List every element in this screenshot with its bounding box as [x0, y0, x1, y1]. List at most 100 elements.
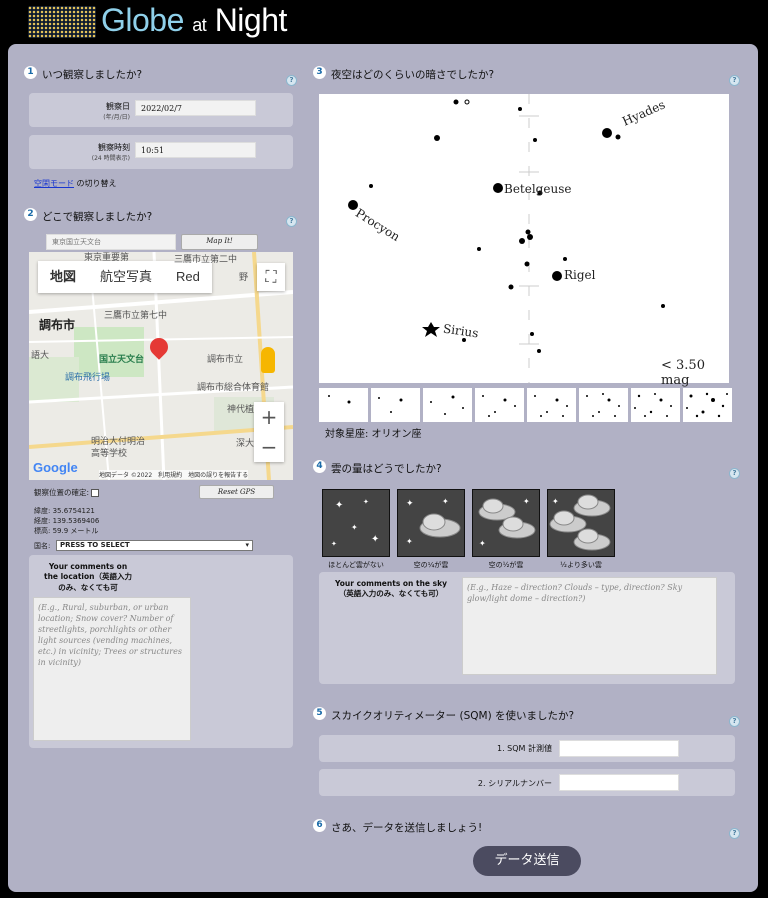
map-label: 調布飛行場: [65, 372, 111, 382]
sqm-input[interactable]: [559, 740, 679, 757]
submit-button[interactable]: データ送信: [473, 846, 581, 876]
sky-comments-label: Your comments on the sky（英語入力のみ、なくても可）: [335, 579, 447, 598]
magnitude-thumb[interactable]: [475, 388, 524, 422]
cloud-option-half[interactable]: ✦ ✦: [472, 489, 540, 557]
step-3-number: 3: [313, 66, 326, 79]
step-6-title: さあ、データを送信しましょう!: [331, 822, 483, 834]
map-label: 東京重要第: [84, 252, 130, 262]
time-input[interactable]: 10:51: [135, 142, 256, 158]
location-comments-label: Your comments on the location（英語入力のみ、なくて…: [43, 562, 132, 592]
help-icon[interactable]: ?: [286, 75, 297, 86]
step-2-number: 2: [24, 208, 37, 221]
serial-input[interactable]: [559, 774, 679, 791]
confirm-checkbox[interactable]: [91, 489, 100, 497]
location-map[interactable]: 地図 航空写真 Red ⛶ 調布市 三鷹市立第七中 国立天文台 調布市立 調布飛…: [29, 252, 293, 480]
mode-toggle: 空閑モード の切り替え: [34, 179, 117, 188]
map-type-control: 地図 航空写真 Red: [38, 261, 212, 293]
time-label: 観察時刻 (24 時間表示): [91, 143, 130, 162]
cloud-option-quarter[interactable]: ✦ ✦ ✦: [397, 489, 465, 557]
magnitude-thumb[interactable]: [527, 388, 576, 422]
date-input[interactable]: 2022/02/7: [135, 100, 256, 116]
zoom-in-icon[interactable]: +: [254, 402, 284, 432]
step-5-title: スカイクオリティメーター (SQM) を使いましたか?: [331, 710, 575, 722]
help-icon[interactable]: ?: [286, 216, 297, 227]
map-footer: 地図データ ©2022 利用規約 地図の誤りを報告する: [99, 470, 249, 479]
logo-map-icon: [28, 6, 96, 38]
location-comments-textarea[interactable]: (E.g., Rural, suburban, or urban locatio…: [33, 597, 191, 741]
magnitude-thumb[interactable]: [423, 388, 472, 422]
map-tab-aerial[interactable]: 航空写真: [88, 261, 164, 293]
serial-label: 2. シリアルナンバー: [477, 779, 552, 788]
magnitude-label: < 3.50 mag: [661, 358, 705, 388]
latitude: 緯度: 35.6754121: [34, 507, 95, 515]
map-tab-map[interactable]: 地図: [38, 261, 88, 293]
chevron-down-icon: ▾: [245, 541, 249, 549]
svg-text:✦: ✦: [523, 497, 530, 506]
confirm-location: 観察位置の確定:: [34, 487, 100, 498]
map-label: 語大: [31, 350, 50, 360]
star-label-betelgeuse: Betelgeuse: [504, 182, 572, 196]
map-label: 深大: [236, 438, 255, 448]
step-4-number: 4: [313, 460, 326, 473]
map-label: 調布市立: [207, 354, 244, 364]
svg-text:✦: ✦: [406, 537, 413, 546]
reset-gps-button[interactable]: Reset GPS: [199, 485, 274, 499]
cloud-option-clear[interactable]: ✦ ✦ ✦ ✦ ✦: [322, 489, 390, 557]
star-chart-drawing: [348, 94, 665, 383]
google-logo: Google: [33, 460, 78, 475]
fullscreen-icon[interactable]: ⛶: [257, 263, 285, 291]
altitude: 標高: 59.9 メートル: [34, 527, 99, 535]
svg-text:✦: ✦: [331, 540, 337, 548]
map-label: 調布市総合体育館: [197, 382, 270, 392]
sqm-label: 1. SQM 計測値: [497, 744, 552, 753]
svg-text:✦: ✦: [552, 497, 559, 506]
cloud-label: ほとんど雲がない: [328, 561, 384, 569]
map-label: 野: [239, 272, 249, 282]
step-1-title: いつ観察しましたか?: [42, 69, 143, 81]
svg-text:✦: ✦: [351, 523, 358, 532]
step-5-number: 5: [313, 707, 326, 720]
map-tab-red[interactable]: Red: [164, 261, 212, 293]
map-label: 調布市: [39, 318, 76, 332]
svg-text:✦: ✦: [479, 539, 486, 548]
logo[interactable]: Globe at Night: [101, 2, 287, 39]
date-label: 観察日 (年/月/日): [103, 102, 130, 121]
step-3-title: 夜空はどのくらいの暗さでしたか?: [331, 69, 495, 81]
zoom-out-icon[interactable]: −: [254, 432, 284, 462]
street-view-icon[interactable]: [261, 347, 275, 373]
location-search-input[interactable]: 東京国立天文台: [46, 234, 176, 250]
country-select[interactable]: PRESS TO SELECT ▾: [56, 540, 253, 551]
longitude: 経度: 139.5369406: [34, 517, 100, 525]
app: Globe at Night 1 いつ観察しましたか? ? 観察日 (年/月/日)…: [0, 0, 768, 898]
zoom-control: + −: [254, 402, 284, 462]
map-label: 三鷹市立第七中: [104, 310, 168, 320]
step-6-number: 6: [313, 819, 326, 832]
help-icon[interactable]: ?: [729, 75, 740, 86]
map-label: 高等学校: [91, 448, 128, 458]
step-1-number: 1: [24, 66, 37, 79]
step-2-title: どこで観察しましたか?: [42, 211, 153, 223]
map-label: 国立天文台: [99, 354, 145, 364]
cloud-label: 空の½が雲: [488, 561, 524, 569]
magnitude-thumb[interactable]: [683, 388, 732, 422]
svg-text:✦: ✦: [335, 500, 343, 511]
help-icon[interactable]: ?: [729, 828, 740, 839]
cloud-label: ½より多い雲: [560, 561, 602, 569]
svg-text:✦: ✦: [371, 534, 379, 545]
map-label: 三鷹市立第二中: [174, 254, 238, 264]
cloud-label: 空の¼が雲: [413, 561, 449, 569]
magnitude-thumb[interactable]: [371, 388, 420, 422]
svg-text:✦: ✦: [363, 498, 369, 506]
star-chart[interactable]: Hyades Betelgeuse Procyon Rigel Sirius <…: [319, 94, 729, 388]
svg-text:✦: ✦: [406, 499, 414, 509]
sky-comments-textarea[interactable]: (E.g., Haze – direction? Clouds – type, …: [462, 577, 717, 675]
magnitude-thumb[interactable]: [319, 388, 368, 422]
magnitude-thumb[interactable]: [631, 388, 680, 422]
help-icon[interactable]: ?: [729, 716, 740, 727]
cloud-option-more-than-half[interactable]: ✦: [547, 489, 615, 557]
map-it-button[interactable]: Map It!: [181, 234, 258, 250]
mode-toggle-link[interactable]: 空閑モード: [34, 179, 74, 188]
star-label-rigel: Rigel: [564, 268, 596, 282]
help-icon[interactable]: ?: [729, 468, 740, 479]
magnitude-thumb[interactable]: [579, 388, 628, 422]
